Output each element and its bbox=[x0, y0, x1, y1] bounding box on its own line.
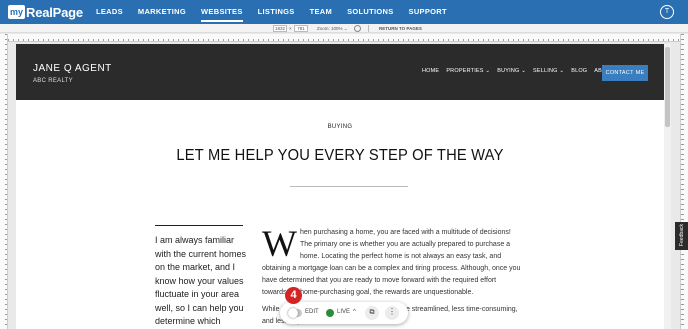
nav-item-support[interactable]: SUPPORT bbox=[409, 0, 447, 24]
step-number-badge: 4 bbox=[285, 287, 302, 304]
floating-edit-bar: EDIT LIVE ^ ⧉ ⋮ bbox=[280, 302, 408, 324]
nav-item-solutions[interactable]: SOLUTIONS bbox=[347, 0, 393, 24]
ruler-left bbox=[0, 34, 8, 329]
canvas-width-field[interactable]: 1832 bbox=[273, 25, 287, 32]
edit-toggle[interactable] bbox=[288, 308, 302, 318]
nav-item-listings[interactable]: LISTINGS bbox=[258, 0, 295, 24]
nav-item-websites[interactable]: WEBSITES bbox=[201, 0, 243, 24]
agent-company: ABC REALTY bbox=[33, 78, 73, 84]
nav-item-leads[interactable]: LEADS bbox=[96, 0, 123, 24]
open-external-icon[interactable]: ⧉ bbox=[365, 306, 379, 320]
drop-cap: W bbox=[262, 224, 297, 265]
user-avatar[interactable]: T bbox=[660, 5, 674, 19]
title-divider bbox=[290, 186, 408, 187]
dimension-separator: × bbox=[289, 26, 292, 31]
globe-icon bbox=[326, 309, 334, 317]
site-nav-home[interactable]: HOME bbox=[422, 68, 439, 74]
feedback-tab[interactable]: Feedback bbox=[675, 222, 688, 250]
aside-rule bbox=[155, 225, 243, 226]
editor-toolbar: 1832 × 781 Zoom: 100% ⌄ RETURN TO PAGES bbox=[0, 24, 688, 33]
site-header: JANE Q AGENT ABC REALTY HOME PROPERTIES … bbox=[16, 44, 664, 100]
nav-item-marketing[interactable]: MARKETING bbox=[138, 0, 186, 24]
canvas-height-field[interactable]: 781 bbox=[294, 25, 308, 32]
body-paragraph-text: hen purchasing a home, you are faced wit… bbox=[262, 229, 521, 296]
nav-item-team[interactable]: TEAM bbox=[310, 0, 332, 24]
toolbar-divider bbox=[368, 25, 369, 32]
return-to-pages-button[interactable]: RETURN TO PAGES bbox=[379, 25, 422, 32]
contact-me-button[interactable]: CONTACT ME bbox=[602, 65, 648, 81]
site-nav: HOME PROPERTIES ⌄ BUYING ⌄ SELLING ⌄ BLO… bbox=[422, 68, 628, 74]
site-nav-blog[interactable]: BLOG bbox=[571, 68, 587, 74]
app-nav-menu: LEADS MARKETING WEBSITES LISTINGS TEAM S… bbox=[96, 0, 462, 24]
app-top-nav: my RealPage LEADS MARKETING WEBSITES LIS… bbox=[0, 0, 688, 24]
myrealpage-logo[interactable]: my RealPage bbox=[8, 3, 83, 21]
body-paragraph: W hen purchasing a home, you are faced w… bbox=[262, 224, 522, 299]
ruler-right bbox=[680, 34, 688, 329]
logo-prefix: my bbox=[8, 5, 26, 19]
site-nav-selling[interactable]: SELLING ⌄ bbox=[533, 68, 564, 74]
site-nav-buying[interactable]: BUYING ⌄ bbox=[497, 68, 526, 74]
edit-label: EDIT bbox=[305, 309, 319, 315]
logo-name: RealPage bbox=[26, 4, 83, 20]
agent-name[interactable]: JANE Q AGENT bbox=[33, 63, 112, 74]
more-options-icon[interactable]: ⋮ bbox=[385, 306, 399, 320]
website-preview-canvas: JANE Q AGENT ABC REALTY HOME PROPERTIES … bbox=[16, 44, 664, 329]
rotate-icon[interactable] bbox=[354, 25, 361, 32]
site-nav-properties[interactable]: PROPERTIES ⌄ bbox=[446, 68, 490, 74]
section-kicker: BUYING bbox=[327, 124, 353, 130]
ruler-top bbox=[8, 34, 680, 42]
chevron-up-icon[interactable]: ^ bbox=[353, 309, 356, 315]
section-title: LET ME HELP YOU EVERY STEP OF THE WAY bbox=[176, 147, 504, 164]
aside-text: I am always familiar with the current ho… bbox=[155, 235, 247, 326]
live-status-label[interactable]: LIVE bbox=[337, 309, 350, 315]
feedback-label: Feedback bbox=[679, 224, 685, 246]
canvas-scrollbar-thumb[interactable] bbox=[665, 47, 670, 127]
zoom-select[interactable]: Zoom: 100% ⌄ bbox=[317, 25, 348, 32]
